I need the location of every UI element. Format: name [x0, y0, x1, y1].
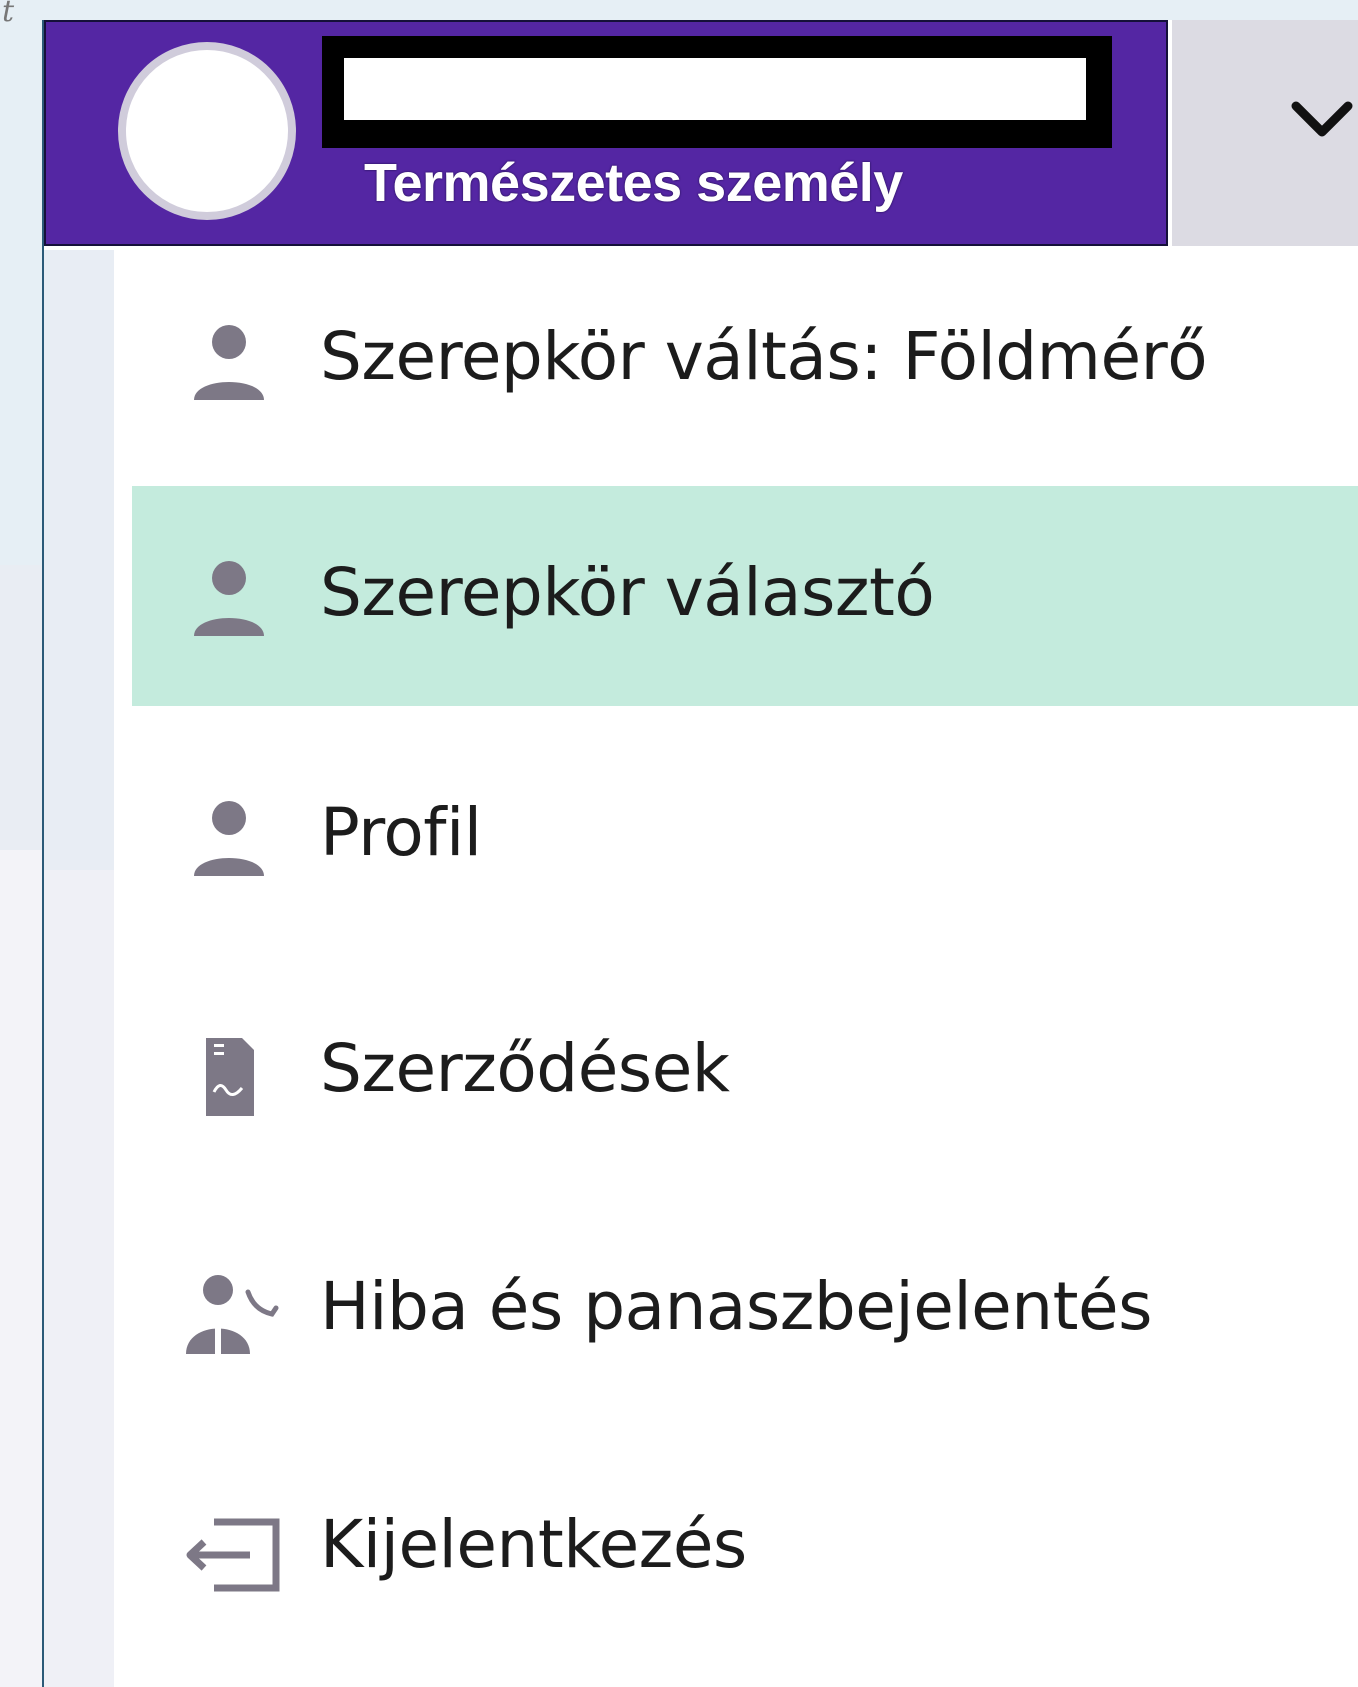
user-type-label: Természetes személy: [364, 153, 903, 213]
menu-item-label: Profil: [320, 794, 482, 871]
user-name-field: [344, 58, 1086, 120]
person-icon: [184, 556, 274, 646]
menu-list: Szerepkör váltás: Földmérő Szerepkör vál…: [114, 250, 1358, 1687]
background-text-fragment: t: [2, 0, 15, 29]
menu-item-label: Szerepkör választó: [320, 554, 935, 631]
support-call-icon: [184, 1270, 279, 1360]
menu-item-role-switch[interactable]: Szerepkör váltás: Földmérő: [132, 250, 1358, 470]
menu-item-role-selector[interactable]: Szerepkör választó: [132, 486, 1358, 706]
menu-item-contracts[interactable]: Szerződések: [132, 962, 1358, 1182]
menu-left-gutter-top: [44, 250, 114, 870]
logout-icon: [184, 1508, 280, 1598]
page: t Természetes személy Szerepkör váltás: …: [0, 0, 1358, 1687]
contract-document-icon: [184, 1032, 274, 1122]
menu-item-label: Szerződések: [320, 1030, 730, 1107]
user-avatar: [118, 42, 296, 220]
menu-item-profile[interactable]: Profil: [132, 726, 1358, 946]
menu-item-logout[interactable]: Kijelentkezés: [132, 1438, 1358, 1658]
background-strip-upper: [0, 565, 44, 850]
menu-item-report-issue[interactable]: Hiba és panaszbejelentés: [132, 1200, 1358, 1420]
person-icon: [184, 320, 274, 410]
user-header: Természetes személy: [44, 20, 1168, 246]
user-menu-dropdown: Természetes személy Szerepkör váltás: Fö…: [42, 20, 1358, 1687]
chevron-down-icon: [1291, 101, 1353, 137]
dropdown-toggle-button[interactable]: [1172, 20, 1358, 246]
menu-item-label: Szerepkör váltás: Földmérő: [320, 318, 1208, 395]
menu-item-label: Hiba és panaszbejelentés: [320, 1268, 1152, 1345]
person-icon: [184, 796, 274, 886]
menu-item-label: Kijelentkezés: [320, 1506, 747, 1583]
user-name-redacted: [322, 36, 1112, 148]
